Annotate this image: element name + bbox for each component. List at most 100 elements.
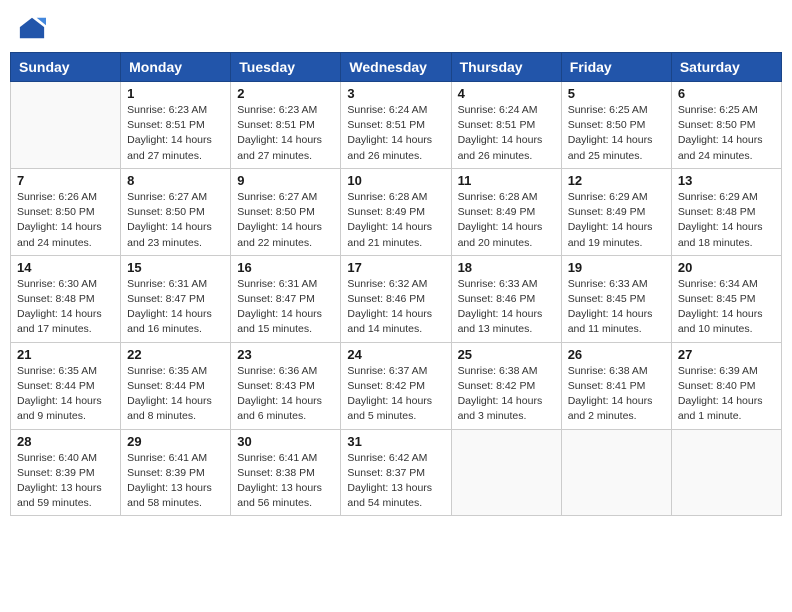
day-number: 11 (458, 173, 555, 188)
calendar-cell: 30 Sunrise: 6:41 AM Sunset: 8:38 PM Dayli… (231, 429, 341, 516)
day-info: Sunrise: 6:30 AM Sunset: 8:48 PM Dayligh… (17, 277, 114, 338)
calendar-cell: 28 Sunrise: 6:40 AM Sunset: 8:39 PM Dayli… (11, 429, 121, 516)
day-info: Sunrise: 6:24 AM Sunset: 8:51 PM Dayligh… (347, 103, 444, 164)
day-info: Sunrise: 6:38 AM Sunset: 8:42 PM Dayligh… (458, 364, 555, 425)
day-number: 17 (347, 260, 444, 275)
week-row-3: 14 Sunrise: 6:30 AM Sunset: 8:48 PM Dayli… (11, 255, 782, 342)
day-info: Sunrise: 6:35 AM Sunset: 8:44 PM Dayligh… (17, 364, 114, 425)
calendar-cell (561, 429, 671, 516)
day-number: 24 (347, 347, 444, 362)
day-info: Sunrise: 6:25 AM Sunset: 8:50 PM Dayligh… (678, 103, 775, 164)
day-info: Sunrise: 6:39 AM Sunset: 8:40 PM Dayligh… (678, 364, 775, 425)
header-monday: Monday (121, 53, 231, 82)
calendar-cell: 24 Sunrise: 6:37 AM Sunset: 8:42 PM Dayli… (341, 342, 451, 429)
day-info: Sunrise: 6:33 AM Sunset: 8:46 PM Dayligh… (458, 277, 555, 338)
week-row-5: 28 Sunrise: 6:40 AM Sunset: 8:39 PM Dayli… (11, 429, 782, 516)
logo-icon (18, 14, 46, 42)
calendar-cell (451, 429, 561, 516)
day-info: Sunrise: 6:41 AM Sunset: 8:39 PM Dayligh… (127, 451, 224, 512)
calendar-cell: 14 Sunrise: 6:30 AM Sunset: 8:48 PM Dayli… (11, 255, 121, 342)
day-info: Sunrise: 6:31 AM Sunset: 8:47 PM Dayligh… (237, 277, 334, 338)
day-number: 8 (127, 173, 224, 188)
day-info: Sunrise: 6:25 AM Sunset: 8:50 PM Dayligh… (568, 103, 665, 164)
header-friday: Friday (561, 53, 671, 82)
day-info: Sunrise: 6:42 AM Sunset: 8:37 PM Dayligh… (347, 451, 444, 512)
calendar-cell: 26 Sunrise: 6:38 AM Sunset: 8:41 PM Dayli… (561, 342, 671, 429)
day-number: 9 (237, 173, 334, 188)
calendar-header-row: SundayMondayTuesdayWednesdayThursdayFrid… (11, 53, 782, 82)
day-info: Sunrise: 6:27 AM Sunset: 8:50 PM Dayligh… (237, 190, 334, 251)
day-number: 21 (17, 347, 114, 362)
week-row-1: 1 Sunrise: 6:23 AM Sunset: 8:51 PM Daylig… (11, 82, 782, 169)
day-number: 29 (127, 434, 224, 449)
day-info: Sunrise: 6:33 AM Sunset: 8:45 PM Dayligh… (568, 277, 665, 338)
calendar-cell (671, 429, 781, 516)
day-number: 16 (237, 260, 334, 275)
calendar-cell: 31 Sunrise: 6:42 AM Sunset: 8:37 PM Dayli… (341, 429, 451, 516)
day-info: Sunrise: 6:29 AM Sunset: 8:49 PM Dayligh… (568, 190, 665, 251)
calendar-cell: 22Sunrise: 6:35 AM Sunset: 8:44 PM Dayli… (121, 342, 231, 429)
calendar-cell: 27Sunrise: 6:39 AM Sunset: 8:40 PM Dayli… (671, 342, 781, 429)
calendar-cell: 21 Sunrise: 6:35 AM Sunset: 8:44 PM Dayli… (11, 342, 121, 429)
calendar-cell: 9 Sunrise: 6:27 AM Sunset: 8:50 PM Daylig… (231, 168, 341, 255)
calendar-cell: 20Sunrise: 6:34 AM Sunset: 8:45 PM Dayli… (671, 255, 781, 342)
day-number: 1 (127, 86, 224, 101)
day-number: 30 (237, 434, 334, 449)
day-number: 7 (17, 173, 114, 188)
header-saturday: Saturday (671, 53, 781, 82)
day-info: Sunrise: 6:31 AM Sunset: 8:47 PM Dayligh… (127, 277, 224, 338)
day-info: Sunrise: 6:37 AM Sunset: 8:42 PM Dayligh… (347, 364, 444, 425)
day-info: Sunrise: 6:28 AM Sunset: 8:49 PM Dayligh… (347, 190, 444, 251)
calendar: SundayMondayTuesdayWednesdayThursdayFrid… (10, 52, 782, 516)
day-number: 18 (458, 260, 555, 275)
day-info: Sunrise: 6:35 AM Sunset: 8:44 PM Dayligh… (127, 364, 224, 425)
day-number: 3 (347, 86, 444, 101)
day-info: Sunrise: 6:32 AM Sunset: 8:46 PM Dayligh… (347, 277, 444, 338)
day-number: 31 (347, 434, 444, 449)
calendar-cell: 29 Sunrise: 6:41 AM Sunset: 8:39 PM Dayli… (121, 429, 231, 516)
day-info: Sunrise: 6:36 AM Sunset: 8:43 PM Dayligh… (237, 364, 334, 425)
calendar-cell: 13Sunrise: 6:29 AM Sunset: 8:48 PM Dayli… (671, 168, 781, 255)
day-number: 19 (568, 260, 665, 275)
day-number: 4 (458, 86, 555, 101)
calendar-cell: 10 Sunrise: 6:28 AM Sunset: 8:49 PM Dayli… (341, 168, 451, 255)
day-info: Sunrise: 6:40 AM Sunset: 8:39 PM Dayligh… (17, 451, 114, 512)
day-number: 20 (678, 260, 775, 275)
calendar-cell: 25 Sunrise: 6:38 AM Sunset: 8:42 PM Dayli… (451, 342, 561, 429)
header-sunday: Sunday (11, 53, 121, 82)
day-info: Sunrise: 6:28 AM Sunset: 8:49 PM Dayligh… (458, 190, 555, 251)
calendar-cell: 5Sunrise: 6:25 AM Sunset: 8:50 PM Daylig… (561, 82, 671, 169)
page-header (10, 10, 782, 46)
day-number: 12 (568, 173, 665, 188)
calendar-cell: 18 Sunrise: 6:33 AM Sunset: 8:46 PM Dayli… (451, 255, 561, 342)
day-number: 2 (237, 86, 334, 101)
day-info: Sunrise: 6:26 AM Sunset: 8:50 PM Dayligh… (17, 190, 114, 251)
calendar-cell: 17 Sunrise: 6:32 AM Sunset: 8:46 PM Dayli… (341, 255, 451, 342)
day-info: Sunrise: 6:38 AM Sunset: 8:41 PM Dayligh… (568, 364, 665, 425)
day-info: Sunrise: 6:23 AM Sunset: 8:51 PM Dayligh… (127, 103, 224, 164)
week-row-2: 7 Sunrise: 6:26 AM Sunset: 8:50 PM Daylig… (11, 168, 782, 255)
calendar-cell: 16 Sunrise: 6:31 AM Sunset: 8:47 PM Dayli… (231, 255, 341, 342)
calendar-cell: 11 Sunrise: 6:28 AM Sunset: 8:49 PM Dayli… (451, 168, 561, 255)
day-info: Sunrise: 6:29 AM Sunset: 8:48 PM Dayligh… (678, 190, 775, 251)
day-number: 14 (17, 260, 114, 275)
calendar-cell: 4 Sunrise: 6:24 AM Sunset: 8:51 PM Daylig… (451, 82, 561, 169)
calendar-cell: 2Sunrise: 6:23 AM Sunset: 8:51 PM Daylig… (231, 82, 341, 169)
day-number: 26 (568, 347, 665, 362)
day-number: 10 (347, 173, 444, 188)
day-number: 28 (17, 434, 114, 449)
calendar-cell: 3 Sunrise: 6:24 AM Sunset: 8:51 PM Daylig… (341, 82, 451, 169)
day-number: 25 (458, 347, 555, 362)
calendar-cell: 23 Sunrise: 6:36 AM Sunset: 8:43 PM Dayli… (231, 342, 341, 429)
day-info: Sunrise: 6:24 AM Sunset: 8:51 PM Dayligh… (458, 103, 555, 164)
day-info: Sunrise: 6:27 AM Sunset: 8:50 PM Dayligh… (127, 190, 224, 251)
day-info: Sunrise: 6:41 AM Sunset: 8:38 PM Dayligh… (237, 451, 334, 512)
day-number: 23 (237, 347, 334, 362)
calendar-cell: 8 Sunrise: 6:27 AM Sunset: 8:50 PM Daylig… (121, 168, 231, 255)
calendar-cell: 15Sunrise: 6:31 AM Sunset: 8:47 PM Dayli… (121, 255, 231, 342)
calendar-cell: 7 Sunrise: 6:26 AM Sunset: 8:50 PM Daylig… (11, 168, 121, 255)
header-tuesday: Tuesday (231, 53, 341, 82)
logo (18, 14, 50, 42)
calendar-cell: 12 Sunrise: 6:29 AM Sunset: 8:49 PM Dayli… (561, 168, 671, 255)
header-wednesday: Wednesday (341, 53, 451, 82)
